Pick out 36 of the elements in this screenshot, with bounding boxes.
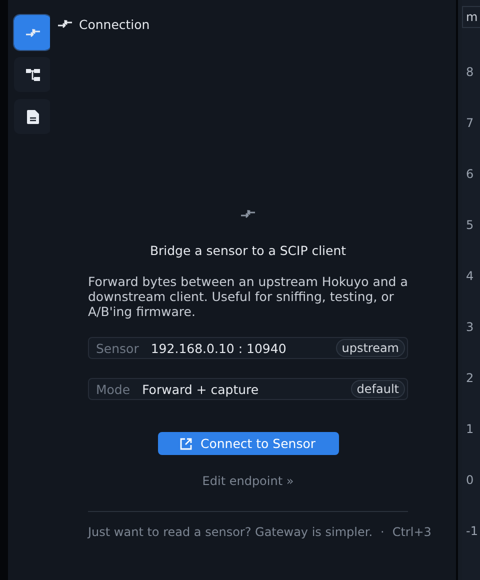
arrows-icon bbox=[58, 19, 72, 29]
endpoint-field[interactable]: Sensor 192.168.0.10 : 10940 upstream bbox=[88, 337, 408, 359]
axis-label: 0 bbox=[466, 473, 475, 487]
axis-label: 3 bbox=[466, 320, 475, 334]
axis-label: 8 bbox=[466, 65, 475, 79]
axis-label: 7 bbox=[466, 116, 475, 130]
axis-label: 5 bbox=[466, 218, 475, 232]
field-value: Forward + capture bbox=[142, 382, 260, 396]
field-label: Mode bbox=[96, 382, 130, 396]
description-text: Forward bytes between an upstream Hokuyo and a downstream client. Useful for sniffing, testing, or A/B'ing firmware. bbox=[88, 274, 408, 319]
sidebar-tab[interactable] bbox=[14, 15, 51, 50]
panel-title: Connection bbox=[79, 16, 150, 32]
axis-label: 2 bbox=[466, 371, 475, 385]
shortcut-hint: Ctrl+3 bbox=[392, 525, 432, 539]
external-link-icon bbox=[180, 438, 192, 450]
edit-endpoint-link[interactable]: Edit endpoint » bbox=[202, 474, 294, 488]
hierarchy-icon bbox=[26, 68, 40, 82]
panel-header: m bbox=[462, 6, 480, 28]
endpoint-field[interactable]: Mode Forward + capture default bbox=[88, 378, 408, 400]
axis-label: 4 bbox=[466, 269, 475, 283]
field-value: 192.168.0.10 : 10940 bbox=[150, 340, 288, 356]
axis-label: 1 bbox=[466, 422, 475, 436]
field-label: Sensor bbox=[96, 340, 139, 356]
separator-dot: · bbox=[380, 525, 384, 539]
field-tag: upstream bbox=[336, 339, 405, 357]
document-icon bbox=[26, 110, 38, 124]
axis-label: -1 bbox=[466, 524, 479, 538]
field-tag: default bbox=[350, 380, 405, 398]
connect-button[interactable]: Connect to Sensor bbox=[158, 432, 338, 455]
sidebar-tab[interactable] bbox=[14, 99, 51, 134]
footer-hint: Just want to read a sensor? Gateway is simpler. bbox=[88, 525, 373, 539]
arrows-icon bbox=[26, 28, 40, 38]
empty-state-title: Bridge a sensor to a SCIP client bbox=[148, 243, 348, 258]
arrows-icon bbox=[241, 209, 255, 219]
sidebar-tab[interactable] bbox=[14, 57, 51, 92]
axis-label: 6 bbox=[466, 167, 475, 181]
